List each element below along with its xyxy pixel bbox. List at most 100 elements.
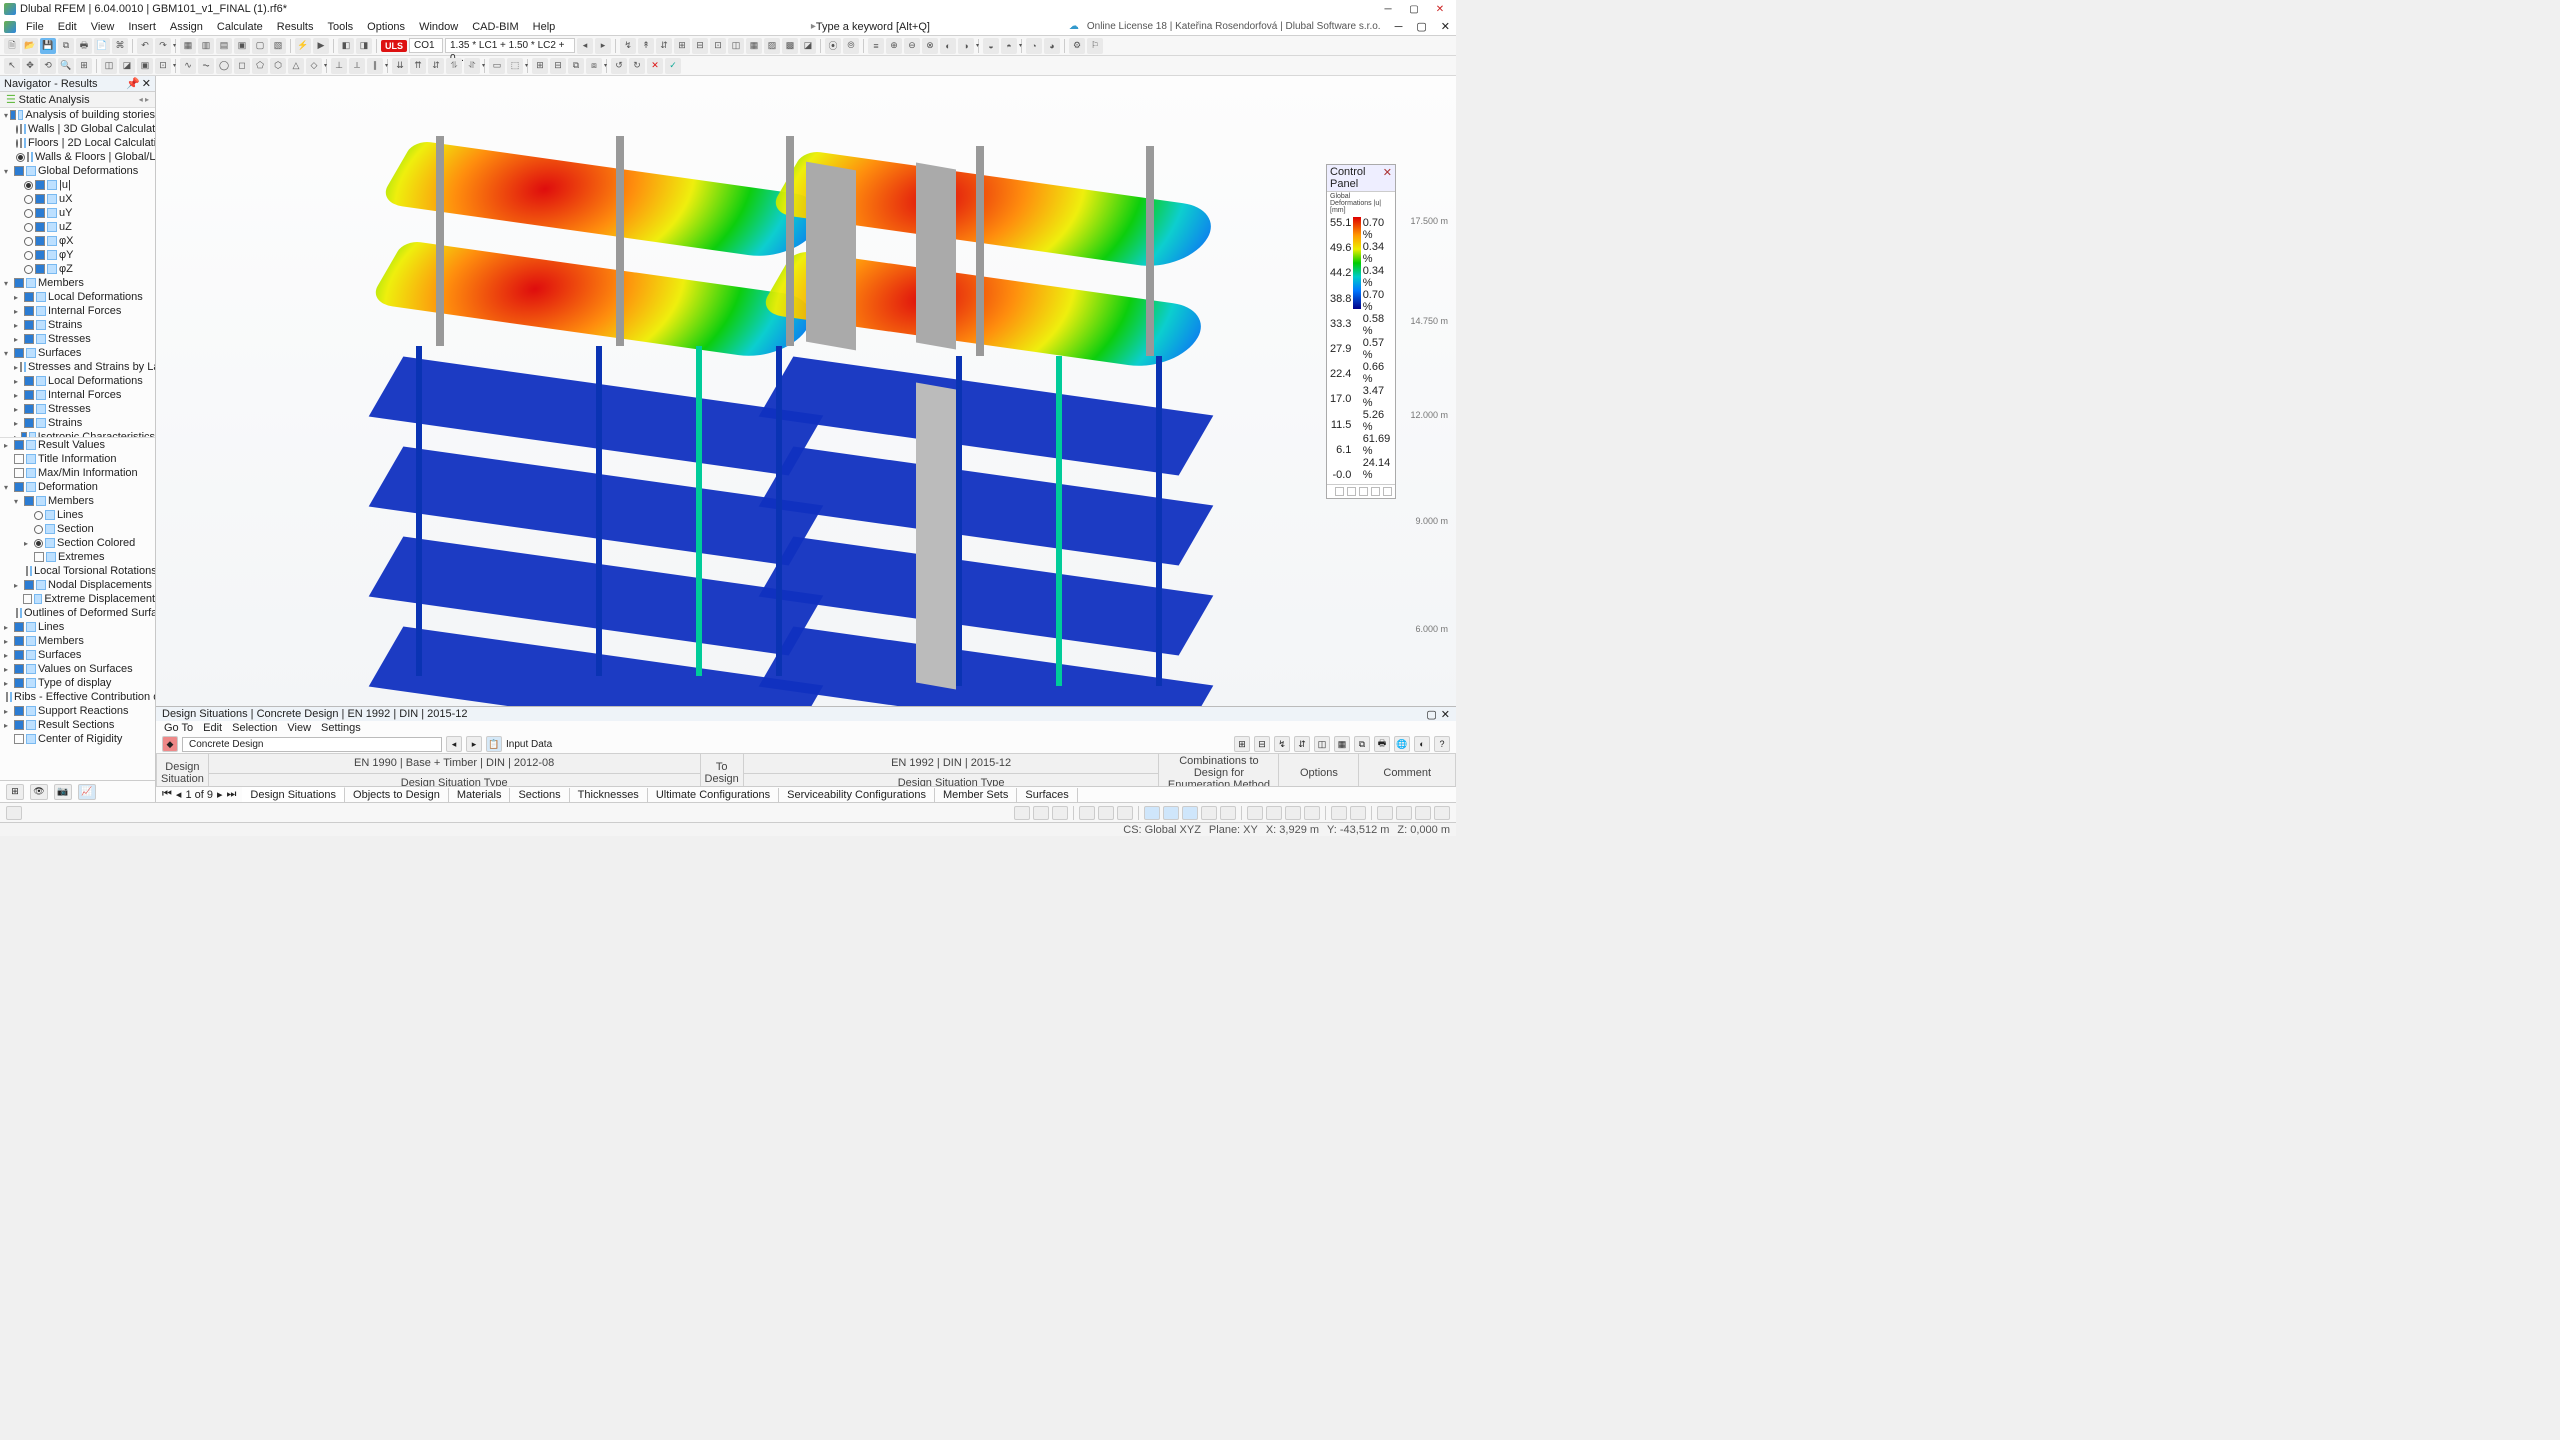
s4-icon[interactable]: 🔍 [58,58,74,74]
tree-item[interactable]: ▸Nodal Displacements [14,578,155,592]
menu-edit[interactable]: Edit [52,20,83,34]
redo-icon[interactable]: ↷ [155,38,171,54]
tree-item[interactable]: Outlines of Deformed Surfaces [14,606,155,620]
r3-icon[interactable]: ⇵ [656,38,672,54]
tab-membersets[interactable]: Member Sets [935,788,1017,802]
combination-combo[interactable]: 1.35 * LC1 + 1.50 * LC2 + 0... [445,38,575,53]
s34-icon[interactable]: ✕ [647,58,663,74]
s15-icon[interactable]: ⬡ [270,58,286,74]
dpt1-icon[interactable]: ⊞ [1234,736,1250,752]
uls-badge[interactable]: ULS [381,40,407,52]
tab-materials[interactable]: Materials [449,788,511,802]
tree-item[interactable]: ▸Internal Forces [14,304,155,318]
s13-icon[interactable]: ◻ [234,58,250,74]
menu-cadbim[interactable]: CAD-BIM [466,20,524,34]
results-tree[interactable]: ▾Analysis of building storiesWalls | 3D … [0,108,155,438]
tree-item[interactable]: Extremes [24,550,155,564]
r13-icon[interactable]: ⦾ [843,38,859,54]
r14-icon[interactable]: ≡ [868,38,884,54]
s1-icon[interactable]: ↖ [4,58,20,74]
s16-icon[interactable]: △ [288,58,304,74]
fb11-icon[interactable] [1220,806,1236,820]
co-combo[interactable]: CO1 [409,38,443,53]
script-icon[interactable]: ⌘ [112,38,128,54]
dpt3-icon[interactable]: ↯ [1274,736,1290,752]
dp-input-icon[interactable]: 📋 [486,736,502,752]
tab-sections[interactable]: Sections [510,788,569,802]
saveall-icon[interactable]: ⧉ [58,38,74,54]
tree-item[interactable]: ▸Support Reactions [4,704,155,718]
tree-item[interactable]: ▸Values on Surfaces [4,662,155,676]
nav-close-icon[interactable]: ✕ [142,77,151,90]
fb9-icon[interactable] [1182,806,1198,820]
maximize-button[interactable]: ▢ [1402,2,1426,16]
s2-icon[interactable]: ✥ [22,58,38,74]
fb-l1-icon[interactable] [6,806,22,820]
leg-b4-icon[interactable] [1371,487,1380,496]
open-icon[interactable]: 📂 [22,38,38,54]
new-icon[interactable]: 🗎 [4,38,20,54]
tree-item[interactable]: ▸Stresses and Strains by Layer Thick... [14,360,155,374]
menu-insert[interactable]: Insert [122,20,162,34]
s29-icon[interactable]: ⊟ [550,58,566,74]
dpt11-icon[interactable]: ? [1434,736,1450,752]
r22-icon[interactable]: ◔ [1026,38,1042,54]
fb7-icon[interactable] [1144,806,1160,820]
prev-icon[interactable]: ◂ [577,38,593,54]
dp-next-icon[interactable]: ▸ [466,736,482,752]
dpt9-icon[interactable]: 🌐 [1394,736,1410,752]
app-menu-icon[interactable] [4,21,16,33]
fb4-icon[interactable] [1079,806,1095,820]
tree-item[interactable]: Extreme Displacement [14,592,155,606]
static-analysis-tab[interactable]: ☰ Static Analysis ◂ ▸ [0,92,155,108]
s23-icon[interactable]: ⇵ [428,58,444,74]
win2-icon[interactable]: ▥ [198,38,214,54]
fb16-icon[interactable] [1331,806,1347,820]
s30-icon[interactable]: ⧉ [568,58,584,74]
dpt4-icon[interactable]: ⇵ [1294,736,1310,752]
fb18-icon[interactable] [1377,806,1393,820]
3d-viewport[interactable]: 17.500 m 14.750 m 12.000 m 9.000 m 6.000… [156,76,1456,706]
fb19-icon[interactable] [1396,806,1412,820]
doc-close-button[interactable]: ✕ [1435,20,1456,33]
tree-item[interactable]: Max/Min Information [4,466,155,480]
tree-item[interactable]: uZ [14,220,155,234]
s25-icon[interactable]: ⥯ [464,58,480,74]
menu-options[interactable]: Options [361,20,411,34]
display-tree[interactable]: ▸Result ValuesTitle InformationMax/Min I… [0,438,155,780]
doc-maximize-button[interactable]: ▢ [1410,20,1432,33]
s3-icon[interactable]: ⟲ [40,58,56,74]
legend-header[interactable]: Control Panel [1327,165,1395,192]
tree-item[interactable]: Walls & Floors | Global/Local Calc... [14,150,155,164]
s5-icon[interactable]: ⊞ [76,58,92,74]
fb15-icon[interactable] [1304,806,1320,820]
menu-calculate[interactable]: Calculate [211,20,269,34]
s32-icon[interactable]: ↺ [611,58,627,74]
r9-icon[interactable]: ▨ [764,38,780,54]
r17-icon[interactable]: ⊗ [922,38,938,54]
tab-design-situations[interactable]: Design Situations [242,787,345,802]
s24-icon[interactable]: ⥮ [446,58,462,74]
win3-icon[interactable]: ▤ [216,38,232,54]
tree-item[interactable]: Ribs - Effective Contribution on Surfac.… [4,690,155,704]
menu-window[interactable]: Window [413,20,464,34]
tree-item[interactable]: ▸Local Deformations [14,374,155,388]
fb14-icon[interactable] [1285,806,1301,820]
dm-selection[interactable]: Selection [232,722,277,734]
bolt-icon[interactable]: ⚡ [295,38,311,54]
r2-icon[interactable]: ↟ [638,38,654,54]
s26-icon[interactable]: ▭ [489,58,505,74]
leg-b1-icon[interactable] [1335,487,1344,496]
tree-item[interactable]: ▸Stresses [14,402,155,416]
tree-item[interactable]: ▸Strains [14,318,155,332]
tree-item[interactable]: uY [14,206,155,220]
leg-b3-icon[interactable] [1359,487,1368,496]
tree-item[interactable]: ▸Result Values [4,438,155,452]
tree-item[interactable]: ▸Lines [4,620,155,634]
cloud-icon[interactable]: ☁ [1069,21,1079,32]
leg-b2-icon[interactable] [1347,487,1356,496]
dpt2-icon[interactable]: ⊟ [1254,736,1270,752]
tree-item[interactable]: ▾Members [14,494,155,508]
tree-item[interactable]: ▾Analysis of building stories [4,108,155,122]
undo-icon[interactable]: ↶ [137,38,153,54]
